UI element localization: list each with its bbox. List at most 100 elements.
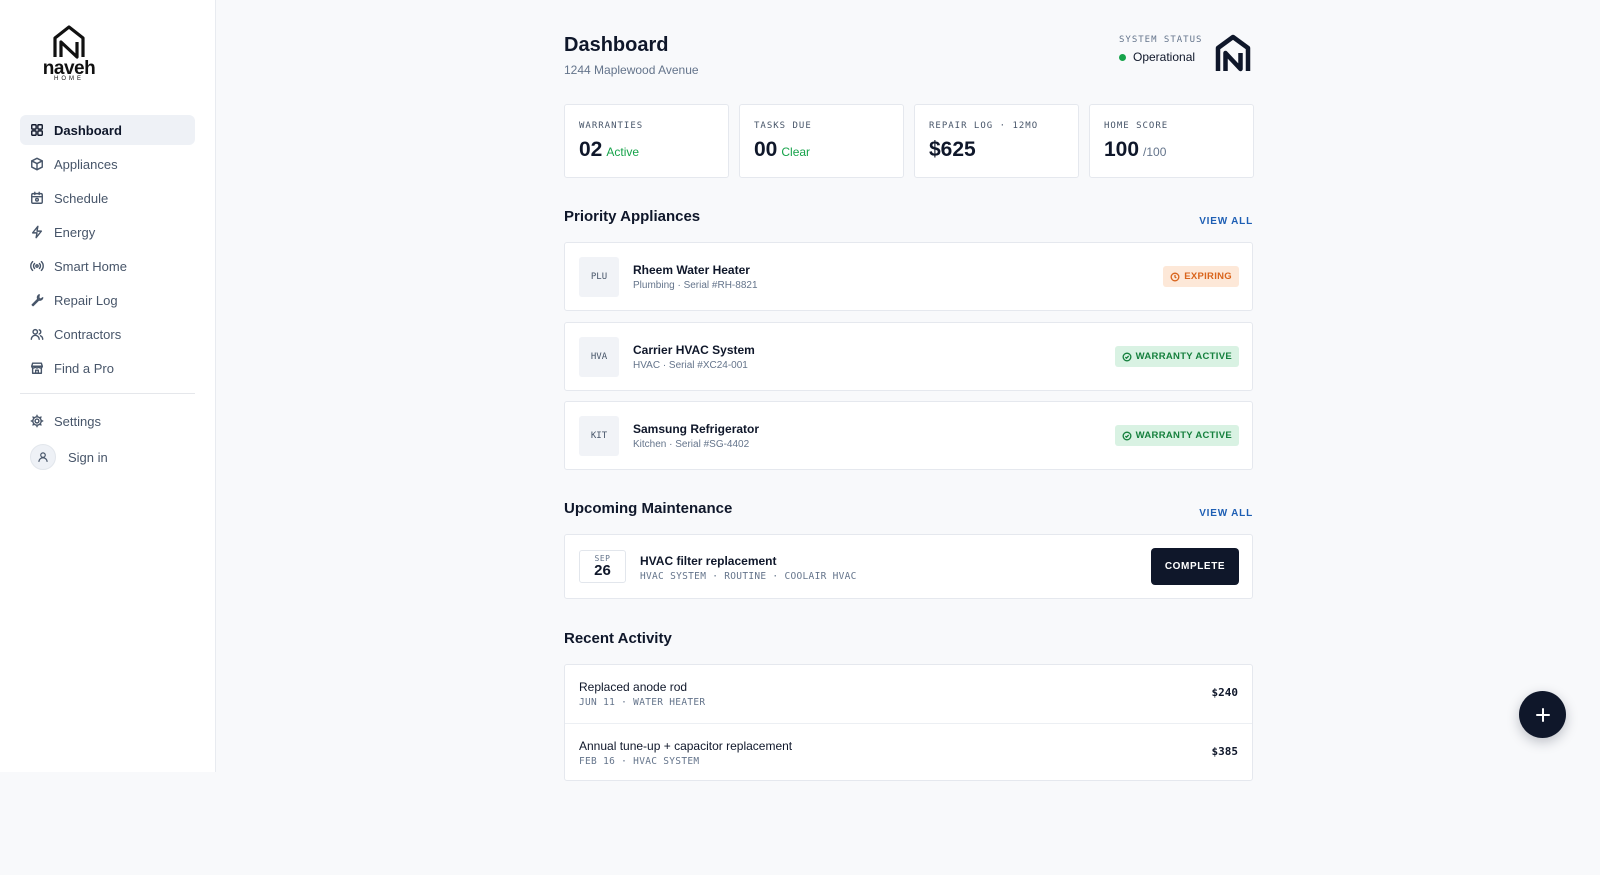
sidebar-item-find-a-pro[interactable]: Find a Pro [20, 353, 195, 383]
recent-activity-title: Recent Activity [564, 630, 672, 647]
system-status-value: Operational [1119, 50, 1219, 64]
appliance-name: Samsung Refrigerator [633, 422, 760, 436]
page-address: 1244 Maplewood Avenue [564, 63, 699, 77]
sidebar-item-settings[interactable]: Settings [20, 406, 195, 436]
sidebar-item-appliances[interactable]: Appliances [20, 149, 195, 179]
maintenance-title: HVAC filter replacement [640, 554, 777, 568]
stat-suffix: /100 [1143, 145, 1167, 159]
activity-amount: $385 [1211, 745, 1239, 758]
appliance-card[interactable]: KIT Samsung Refrigerator Kitchen · Seria… [564, 401, 1253, 470]
calendar-icon [31, 191, 43, 204]
stat-value: 00 [754, 138, 778, 161]
stat-suffix: Clear [781, 145, 811, 159]
maintenance-day: 26 [594, 562, 611, 579]
user-icon [38, 452, 48, 462]
sidebar-item-energy[interactable]: Energy [20, 217, 195, 247]
stat-label: REPAIR LOG · 12MO [929, 121, 1039, 131]
complete-button[interactable]: COMPLETE [1151, 548, 1239, 585]
system-status: SYSTEM STATUS Operational [1119, 35, 1219, 64]
sidebar-item-label: Repair Log [54, 292, 118, 308]
stats-row: WARRANTIES 02 Active TASKS DUE 00 Clear … [564, 104, 1254, 178]
avatar [30, 444, 56, 470]
system-status-label: SYSTEM STATUS [1119, 35, 1203, 45]
maintenance-view-all-link[interactable]: VIEW ALL [1199, 508, 1253, 519]
stat-value: $625 [929, 138, 976, 161]
activity-amount: $240 [1211, 686, 1239, 699]
sidebar-item-label: Smart Home [54, 258, 127, 274]
status-badge: EXPIRING [1163, 266, 1239, 287]
sidebar-item-label: Settings [54, 413, 101, 429]
sign-in-button[interactable]: Sign in [20, 440, 195, 474]
activity-item[interactable]: Replaced anode rod JUN 11 · WATER HEATER… [565, 665, 1252, 723]
page-header: Dashboard 1244 Maplewood Avenue [564, 34, 699, 77]
activity-title: Annual tune-up + capacitor replacement [579, 739, 793, 753]
appliance-name: Carrier HVAC System [633, 343, 755, 357]
appliance-name: Rheem Water Heater [633, 263, 750, 277]
stat-card-tasks-due[interactable]: TASKS DUE 00 Clear [739, 104, 904, 178]
wrench-icon [31, 294, 44, 307]
sidebar-item-label: Schedule [54, 190, 109, 206]
priority-appliances-title: Priority Appliances [564, 208, 701, 225]
status-dot-icon [1119, 53, 1126, 61]
sidebar-nav: Dashboard Appliances Schedule Energy Sma… [20, 115, 195, 474]
broadcast-icon [30, 260, 44, 272]
brand-tagline: HOME [54, 76, 84, 82]
bolt-icon [31, 225, 43, 239]
stat-suffix: Active [606, 145, 640, 159]
sidebar: naveh HOME Dashboard Appliances Schedule… [0, 0, 216, 772]
store-icon [31, 362, 43, 374]
appliance-card[interactable]: PLU Rheem Water Heater Plumbing · Serial… [564, 242, 1253, 311]
sidebar-item-label: Energy [54, 224, 96, 240]
plus-icon [1535, 707, 1550, 722]
stat-label: TASKS DUE [754, 121, 812, 131]
appliance-subtitle: Plumbing · Serial #RH-8821 [633, 280, 758, 291]
stat-card-repair-log[interactable]: REPAIR LOG · 12MO $625 [914, 104, 1079, 178]
add-fab-button[interactable] [1519, 691, 1566, 738]
system-status-text: Operational [1133, 50, 1196, 64]
status-badge-label: WARRANTY ACTIVE [1135, 351, 1232, 362]
appliance-category-tag: PLU [579, 257, 619, 297]
appliance-subtitle: HVAC · Serial #XC24-001 [633, 360, 748, 371]
sign-in-label: Sign in [68, 449, 108, 465]
brand-logo[interactable]: naveh HOME [38, 24, 100, 86]
sidebar-item-label: Dashboard [54, 122, 122, 138]
sidebar-item-smart-home[interactable]: Smart Home [20, 251, 195, 281]
stat-label: HOME SCORE [1104, 121, 1169, 131]
stat-card-home-score[interactable]: HOME SCORE 100 /100 [1089, 104, 1254, 178]
maintenance-date: SEP 26 [579, 550, 626, 583]
brand-mark-icon[interactable] [1213, 34, 1253, 74]
sidebar-item-label: Find a Pro [54, 360, 114, 376]
check-circle-icon [1122, 431, 1132, 440]
appliance-category-tag: HVA [579, 337, 619, 377]
page-title: Dashboard [564, 34, 669, 56]
appliance-subtitle: Kitchen · Serial #SG-4402 [633, 439, 750, 450]
cube-icon [31, 157, 43, 171]
activity-item[interactable]: Annual tune-up + capacitor replacement F… [565, 723, 1252, 781]
sidebar-item-label: Appliances [54, 156, 118, 172]
activity-title: Replaced anode rod [579, 680, 688, 694]
stat-value: 100 [1104, 138, 1140, 161]
status-badge: WARRANTY ACTIVE [1114, 425, 1239, 446]
activity-list: Replaced anode rod JUN 11 · WATER HEATER… [564, 664, 1253, 781]
stat-card-warranties[interactable]: WARRANTIES 02 Active [564, 104, 729, 178]
upcoming-maintenance-title: Upcoming Maintenance [564, 500, 733, 517]
users-icon [30, 328, 44, 340]
maintenance-subtitle: HVAC SYSTEM · ROUTINE · COOLAIR HVAC [640, 571, 857, 582]
stat-value: 02 [579, 138, 603, 161]
appliance-category-tag: KIT [579, 416, 619, 456]
clock-icon [1170, 272, 1180, 281]
sidebar-item-dashboard[interactable]: Dashboard [20, 115, 195, 145]
sidebar-item-repair-log[interactable]: Repair Log [20, 285, 195, 315]
priority-view-all-link[interactable]: VIEW ALL [1199, 216, 1253, 227]
stat-label: WARRANTIES [579, 121, 644, 131]
appliance-card[interactable]: HVA Carrier HVAC System HVAC · Serial #X… [564, 322, 1253, 391]
sidebar-item-schedule[interactable]: Schedule [20, 183, 195, 213]
activity-subtitle: FEB 16 · HVAC SYSTEM [579, 756, 700, 767]
sidebar-item-contractors[interactable]: Contractors [20, 319, 195, 349]
maintenance-card[interactable]: SEP 26 HVAC filter replacement HVAC SYST… [564, 534, 1253, 599]
sidebar-item-label: Contractors [54, 326, 122, 342]
grid-icon [31, 124, 43, 136]
status-badge-label: WARRANTY ACTIVE [1135, 430, 1232, 441]
status-badge: WARRANTY ACTIVE [1114, 346, 1239, 367]
gear-icon [30, 414, 44, 428]
